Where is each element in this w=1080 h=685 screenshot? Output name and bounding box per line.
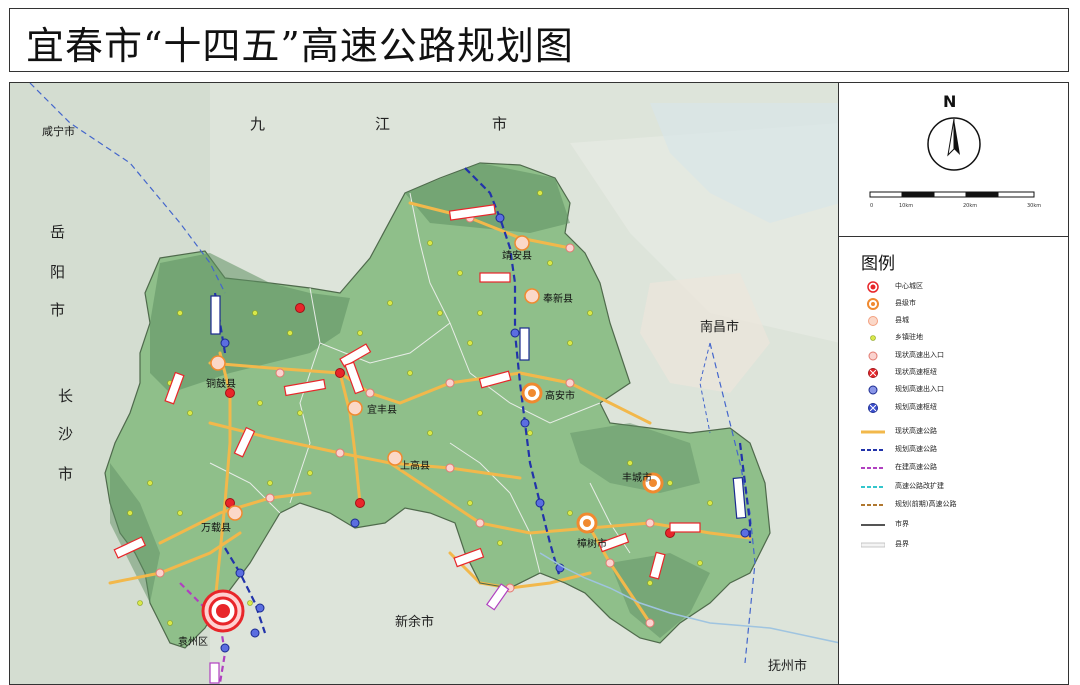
label-yifeng: 宜丰县 <box>367 405 397 416</box>
label-changsha-2: 沙 <box>58 425 74 443</box>
legend-item-planned-exit: 规划高速出入口 <box>861 383 1061 397</box>
label-zhangshu: 樟树市 <box>577 539 607 550</box>
legend-label: 县界 <box>895 540 909 548</box>
map-sheet: 宜春市“十四五”高速公路规划图 九 江 市 咸宁市 岳 阳 市 长 沙 市 南昌… <box>0 0 1080 685</box>
label-yuanzhou: 袁州区 <box>178 637 208 648</box>
legend-label: 规划高速出入口 <box>895 385 944 393</box>
legend-label: 乡镇驻地 <box>895 333 923 341</box>
legend-title: 图例 <box>861 254 895 274</box>
legend-item-existing-expressway: 现状高速公路 <box>861 425 1061 439</box>
title-bar: 宜春市“十四五”高速公路规划图 <box>9 8 1069 72</box>
label-yueyang-1: 岳 <box>50 223 66 241</box>
preliminary-planned-line <box>861 504 885 506</box>
legend-item-existing-exit: 现状高速出入口 <box>861 349 1061 363</box>
legend-label: 规划高速公路 <box>895 445 937 453</box>
label-fuzhou: 抚州市 <box>768 659 808 674</box>
label-changsha-3: 市 <box>58 465 74 483</box>
legend-label: 现状高速枢纽 <box>895 368 937 376</box>
label-xinyu: 新余市 <box>395 615 435 630</box>
planned-exit-icon <box>868 385 878 395</box>
legend-label: 中心城区 <box>895 282 923 290</box>
label-tonggu: 铜鼓县 <box>206 379 236 390</box>
label-changsha-1: 长 <box>58 387 74 405</box>
label-jiujiang-1: 九 <box>250 115 266 133</box>
legend-item-under-construction: 在建高速公路 <box>861 461 1061 475</box>
legend-label: 县城 <box>895 316 909 324</box>
existing-expressway-line <box>861 430 885 434</box>
label-fengxin: 奉新县 <box>543 294 573 305</box>
existing-exit-icon <box>868 351 878 361</box>
legend-label: 县级市 <box>895 299 916 307</box>
county-town-icon <box>868 316 878 326</box>
scale-tick-20: 20km <box>963 203 978 209</box>
legend-item-township: 乡镇驻地 <box>861 331 1061 345</box>
label-shanggao: 上高县 <box>400 461 430 472</box>
legend-item-planned-hub: 规划高速枢纽 <box>861 401 1061 415</box>
label-fengcheng: 丰城市 <box>622 473 652 484</box>
map-area[interactable]: 九 江 市 咸宁市 岳 阳 市 长 沙 市 南昌市 新余市 抚州市 靖安县 奉新… <box>9 82 839 685</box>
scale-tick-10: 10km <box>899 203 914 209</box>
legend-label: 现状高速出入口 <box>895 351 944 359</box>
legend-item-county-town: 县城 <box>861 314 1061 328</box>
legend-label: 市界 <box>895 520 909 528</box>
north-arrow-icon <box>927 117 981 171</box>
label-yueyang-3: 市 <box>50 301 66 319</box>
legend-item-expansion: 高速公路改扩建 <box>861 480 1061 494</box>
center-city-icon <box>867 281 879 293</box>
planned-hub-icon <box>868 403 878 413</box>
map-title: 宜春市“十四五”高速公路规划图 <box>26 24 574 68</box>
scale-tick-30: 30km <box>1027 203 1042 209</box>
legend-item-county-boundary: 县界 <box>861 538 1061 552</box>
planned-expressway-line <box>861 449 885 451</box>
county-boundary-line <box>861 542 885 548</box>
city-boundary-line <box>861 524 885 526</box>
compass-area: N 0 10km 20km 30km <box>839 83 1069 237</box>
legend-label: 规划(前期)高速公路 <box>895 500 957 508</box>
legend-label: 规划高速枢纽 <box>895 403 937 411</box>
map-canvas <box>10 83 838 684</box>
expansion-line <box>861 486 885 488</box>
legend-item-county-city: 县级市 <box>861 297 1061 311</box>
existing-hub-icon <box>868 368 878 378</box>
label-jiujiang-2: 江 <box>375 115 391 133</box>
legend-label: 在建高速公路 <box>895 463 937 471</box>
label-jingan: 靖安县 <box>502 251 532 262</box>
label-wanzai: 万载县 <box>201 523 231 534</box>
county-city-icon <box>867 298 879 310</box>
label-xianning: 咸宁市 <box>42 125 75 138</box>
under-construction-line <box>861 467 885 469</box>
label-jiujiang-3: 市 <box>492 115 508 133</box>
label-nanchang: 南昌市 <box>700 320 740 335</box>
north-label: N <box>943 92 957 111</box>
legend-item-center-city: 中心城区 <box>861 280 1061 294</box>
scale-bar <box>869 191 1035 198</box>
legend-item-city-boundary: 市界 <box>861 518 1061 532</box>
township-icon <box>870 335 876 341</box>
side-panel: N 0 10km 20km 30km 图例 中心城区 县级市 县城 乡镇驻地 现… <box>839 82 1069 685</box>
scale-tick-0: 0 <box>870 203 874 209</box>
legend-item-existing-hub: 现状高速枢纽 <box>861 366 1061 380</box>
legend-item-planned-expressway: 规划高速公路 <box>861 443 1061 457</box>
legend-item-preliminary-planned: 规划(前期)高速公路 <box>861 498 1061 512</box>
center-city-marker <box>201 589 245 633</box>
legend-label: 高速公路改扩建 <box>895 482 944 490</box>
label-gaoan: 高安市 <box>545 391 575 402</box>
label-yueyang-2: 阳 <box>50 263 66 281</box>
legend-label: 现状高速公路 <box>895 427 937 435</box>
